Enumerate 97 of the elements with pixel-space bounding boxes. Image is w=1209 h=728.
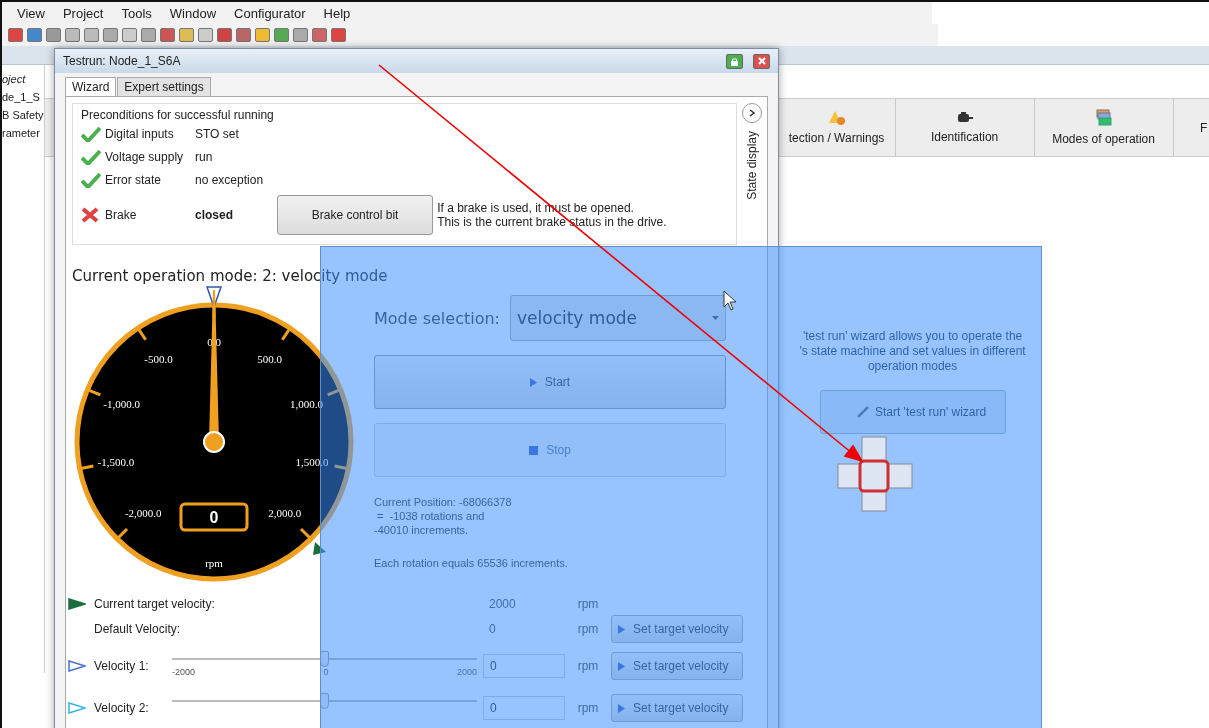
condition-label: Digital inputs	[105, 127, 175, 141]
ribbon-tab[interactable]: F	[1173, 99, 1209, 156]
play-icon	[618, 624, 625, 634]
panel-title: oject	[2, 73, 26, 85]
slider-thumb[interactable]	[319, 693, 329, 709]
tool-icon[interactable]	[331, 28, 346, 42]
tool-icon[interactable]	[103, 28, 118, 42]
play-icon	[618, 661, 625, 671]
scale-label: 2,000.0	[268, 506, 302, 519]
description-text: 's state machine and set values in different	[799, 344, 1026, 359]
scale-label: -2,000.0	[124, 506, 162, 519]
condition-label: Voltage supply	[105, 150, 185, 164]
description-text: 'test run' wizard allows you to operate the	[802, 329, 1023, 344]
play-icon	[529, 377, 537, 387]
condition-label: Error state	[105, 173, 162, 187]
condition-value: STO set	[195, 127, 240, 141]
check-icon	[81, 149, 101, 165]
tool-icon[interactable]	[160, 28, 175, 42]
velocity-label: Velocity 2:	[94, 701, 150, 715]
caret-icon	[712, 316, 719, 320]
wand-icon	[856, 406, 869, 418]
check-icon	[81, 172, 101, 188]
warning-icon	[827, 110, 846, 126]
scale-label: -2000	[172, 667, 196, 677]
play-icon	[618, 703, 625, 713]
unit-label: rpm	[205, 557, 223, 569]
side-label: State display	[745, 131, 759, 200]
tool-icon[interactable]	[293, 28, 308, 42]
readout-value: 0	[209, 509, 219, 526]
scale-label: 0	[323, 667, 329, 677]
stop-icon	[529, 445, 539, 455]
velocity-label: Current target velocity:	[94, 597, 216, 611]
tool-icon[interactable]	[65, 28, 80, 42]
window-title: Testrun: Node_1_S6A	[63, 54, 182, 68]
motor-icon	[955, 111, 974, 125]
velocity-value: 2000	[488, 597, 517, 611]
velocity-input[interactable]: 0	[483, 654, 565, 678]
menu-item[interactable]: Project	[53, 5, 113, 21]
scale-label: 500.0	[257, 352, 282, 365]
tree-item[interactable]: de_1_S	[2, 91, 40, 103]
marker-icon	[313, 542, 326, 555]
unit-label: rpm	[576, 701, 600, 715]
close-button[interactable]	[753, 53, 770, 69]
cursor-icon	[723, 290, 737, 311]
tool-icon[interactable]	[179, 28, 194, 42]
velocity-label: Default Velocity:	[94, 622, 182, 636]
tool-icon[interactable]	[236, 28, 251, 42]
condition-value: closed	[195, 208, 234, 222]
tool-icon[interactable]	[122, 28, 137, 42]
scale-label: -1,500.0	[97, 455, 135, 468]
condition-value: run	[195, 150, 214, 164]
unit-label: rpm	[576, 659, 600, 673]
cross-icon	[81, 207, 99, 223]
tool-icon[interactable]	[274, 28, 289, 42]
menu-item[interactable]: Help	[314, 5, 360, 21]
scale-label: -1,000.0	[103, 397, 140, 410]
description-text: operation modes	[867, 359, 958, 374]
menu-item[interactable]: Window	[160, 5, 226, 21]
menu-item[interactable]: Configurator	[225, 5, 315, 21]
tool-icon[interactable]	[141, 28, 156, 42]
menu-item[interactable]: View	[8, 5, 54, 21]
window-stack-icon	[1094, 109, 1113, 127]
slider-thumb[interactable]	[319, 651, 329, 667]
readout-box	[179, 502, 249, 532]
rotation-text: Each rotation equals 65536 increments.	[374, 557, 569, 569]
tree-item[interactable]: rameter	[2, 127, 40, 139]
scale-label: -500.0	[144, 352, 173, 365]
tab[interactable]: Wizard	[65, 77, 117, 97]
tool-icon[interactable]	[84, 28, 99, 42]
check-icon	[81, 126, 101, 142]
position-text: Current Position: -68066378 = -1038 rotations and -40010 increments.	[374, 495, 513, 537]
close-icon	[757, 57, 766, 65]
tool-icon[interactable]	[255, 28, 270, 42]
tab[interactable]: Expert settings	[117, 77, 211, 97]
tool-icon[interactable]	[198, 28, 213, 42]
mode-label: Mode selection:	[374, 308, 500, 328]
tool-icon[interactable]	[46, 28, 61, 42]
ribbon-tab[interactable]: Identification	[895, 99, 1035, 156]
lock-icon	[730, 56, 739, 66]
brake-control-button[interactable]: Brake control bit	[277, 195, 434, 235]
unit-label: rpm	[576, 622, 600, 636]
chevron-right-icon	[749, 109, 755, 117]
expand-button[interactable]	[742, 103, 762, 123]
velocity-label: Velocity 1:	[94, 659, 150, 673]
menu-item[interactable]: Tools	[112, 5, 161, 21]
ribbon-tab[interactable]: Modes of operation	[1034, 99, 1174, 156]
tool-icon[interactable]	[312, 28, 327, 42]
velocity-input[interactable]: 0	[483, 696, 565, 720]
tree-item[interactable]: B Safety	[2, 109, 44, 121]
scale-label: 2000	[456, 667, 477, 677]
condition-label: Brake	[105, 208, 138, 222]
group-title: Preconditions for successful running	[81, 108, 275, 122]
velocity-value: 0	[488, 622, 497, 636]
tool-icon[interactable]	[217, 28, 232, 42]
pin-button[interactable]	[726, 53, 743, 69]
condition-value: no exception	[195, 173, 265, 187]
unit-label: rpm	[576, 597, 600, 611]
